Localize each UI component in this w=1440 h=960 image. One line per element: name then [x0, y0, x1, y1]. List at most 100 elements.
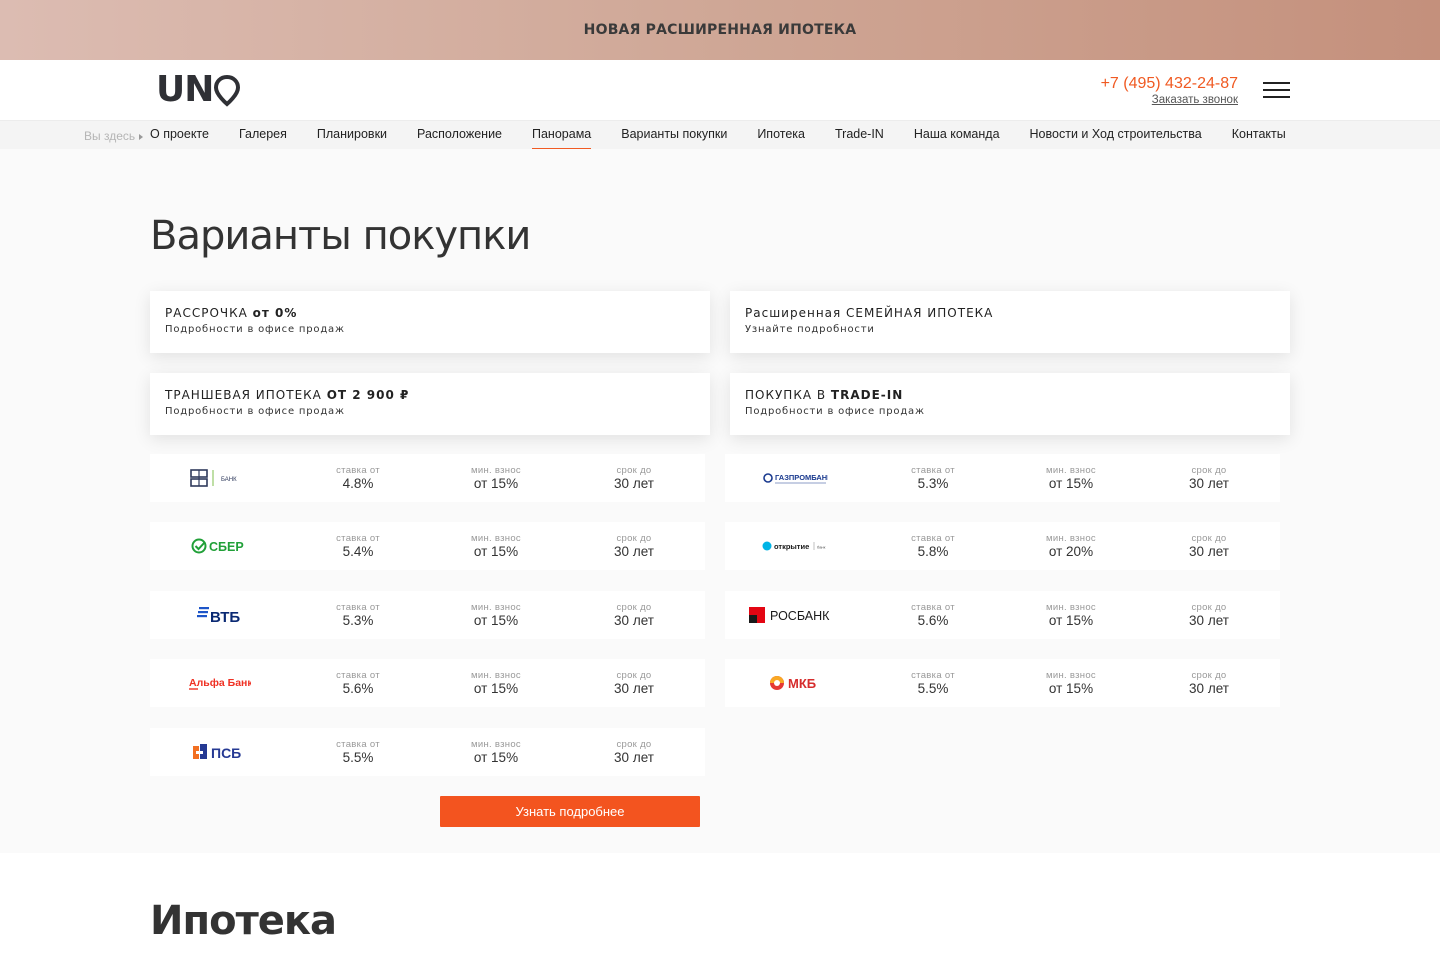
- term-stat-label: срок до: [616, 533, 652, 544]
- term-stat-value: 30 лет: [614, 750, 654, 765]
- term-stat-label: срок до: [1191, 533, 1227, 544]
- rate-stat: ставка от 5.4%: [298, 533, 418, 560]
- nav-item-location[interactable]: Расположение: [417, 121, 502, 149]
- sber-logo: СБЕР: [150, 522, 290, 570]
- bank-row[interactable]: открытие банк ставка от 5.8% мин. взнос от 20…: [725, 522, 1280, 570]
- term-stat-value: 30 лет: [614, 681, 654, 696]
- otkritie-logo: открытие банк: [725, 522, 865, 570]
- down-payment-stat-value: от 15%: [473, 750, 519, 765]
- rate-stat: ставка от 5.3%: [298, 602, 418, 629]
- down-payment-stat-label: мин. взнос: [471, 670, 521, 681]
- psb-logo: ПСБ: [150, 728, 290, 776]
- bank-row[interactable]: БАНК ставка от 4.8% мин. взнос от 15% срок до…: [150, 454, 705, 502]
- down-payment-stat-label: мин. взнос: [1046, 602, 1096, 613]
- rate-stat-label: ставка от: [336, 602, 380, 613]
- rate-stat-label: ставка от: [336, 739, 380, 750]
- option-card[interactable]: РАССРОЧКА от 0% Подробности в офисе прод…: [150, 291, 710, 353]
- bank-row[interactable]: РОСБАНК ставка от 5.6% мин. взнос от 15% срок…: [725, 591, 1280, 639]
- rate-stat-label: ставка от: [336, 670, 380, 681]
- down-payment-stat-label: мин. взнос: [471, 465, 521, 476]
- rate-stat-label: ставка от: [911, 602, 955, 613]
- svg-text:Альфа Банк: Альфа Банк: [189, 677, 251, 689]
- bank-row[interactable]: ГАЗПРОМБАНК ставка от 5.3% мин. взнос от 15%…: [725, 454, 1280, 502]
- arrow-right-icon: [139, 133, 144, 140]
- nav-items: О проекте Галерея Планировки Расположени…: [150, 121, 1290, 149]
- nav-item-purchase-options[interactable]: Варианты покупки: [621, 121, 727, 149]
- rate-stat-value: 4.8%: [342, 476, 374, 491]
- down-payment-stat: мин. взнос от 15%: [436, 670, 556, 697]
- domrf-logo: БАНК: [150, 454, 290, 502]
- bank-row[interactable]: МКБ ставка от 5.5% мин. взнос от 15% срок до 3…: [725, 659, 1280, 707]
- logo[interactable]: UN: [156, 72, 241, 108]
- down-payment-stat-value: от 15%: [473, 476, 519, 491]
- down-payment-stat-label: мин. взнос: [471, 739, 521, 750]
- down-payment-stat: мин. взнос от 15%: [436, 465, 556, 492]
- bank-row[interactable]: Альфа Банк ставка от 5.6% мин. взнос от 15% с…: [150, 659, 705, 707]
- nav-item-layouts[interactable]: Планировки: [317, 121, 387, 149]
- callback-link[interactable]: Заказать звонок: [1101, 94, 1238, 106]
- bank-row[interactable]: ПСБ ставка от 5.5% мин. взнос от 15% срок до 3…: [150, 728, 705, 776]
- down-payment-stat-label: мин. взнос: [1046, 533, 1096, 544]
- bank-row[interactable]: СБЕР ставка от 5.4% мин. взнос от 15% срок до…: [150, 522, 705, 570]
- breadcrumb-label: Вы здесь: [84, 129, 136, 143]
- svg-text:МКБ: МКБ: [788, 676, 816, 691]
- rate-stat: ставка от 5.6%: [873, 602, 993, 629]
- down-payment-stat-value: от 15%: [473, 681, 519, 696]
- option-title: ПОКУПКА В TRADE-IN: [745, 388, 904, 402]
- promo-text: НОВАЯ РАСШИРЕННАЯ ИПОТЕКА: [583, 22, 857, 38]
- promo-banner[interactable]: НОВАЯ РАСШИРЕННАЯ ИПОТЕКА: [0, 0, 1440, 60]
- down-payment-stat-value: от 15%: [1048, 681, 1094, 696]
- nav-item-news[interactable]: Новости и Ход строительства: [1030, 121, 1202, 149]
- down-payment-stat-label: мин. взнос: [1046, 670, 1096, 681]
- bank-row[interactable]: ВТБ ставка от 5.3% мин. взнос от 15% срок до 3…: [150, 591, 705, 639]
- rate-stat: ставка от 5.5%: [298, 739, 418, 766]
- nav-item-about[interactable]: О проекте: [150, 121, 209, 149]
- term-stat-value: 30 лет: [614, 613, 654, 628]
- rate-stat-label: ставка от: [336, 465, 380, 476]
- learn-more-button[interactable]: Узнать подробнее: [440, 796, 700, 827]
- nav-item-gallery[interactable]: Галерея: [239, 121, 287, 149]
- nav-item-mortgage[interactable]: Ипотека: [757, 121, 805, 149]
- term-stat-value: 30 лет: [1189, 613, 1229, 628]
- term-stat-value: 30 лет: [1189, 476, 1229, 491]
- rate-stat: ставка от 5.8%: [873, 533, 993, 560]
- rate-stat: ставка от 4.8%: [298, 465, 418, 492]
- term-stat: срок до 30 лет: [1149, 533, 1269, 560]
- nav-item-team[interactable]: Наша команда: [914, 121, 1000, 149]
- nav-item-contacts[interactable]: Контакты: [1232, 121, 1286, 149]
- option-title: РАССРОЧКА от 0%: [165, 306, 298, 320]
- rate-stat-value: 5.6%: [342, 681, 374, 696]
- term-stat-label: срок до: [616, 739, 652, 750]
- term-stat-label: срок до: [616, 602, 652, 613]
- term-stat: срок до 30 лет: [574, 465, 694, 492]
- option-card[interactable]: Расширенная СЕМЕЙНАЯ ИПОТЕКА Узнайте под…: [730, 291, 1290, 353]
- rate-stat: ставка от 5.5%: [873, 670, 993, 697]
- nav-item-trade-in[interactable]: Trade-IN: [835, 121, 884, 149]
- nav-item-panorama[interactable]: Панорама: [532, 121, 592, 149]
- contact-block: +7 (495) 432-24-87 Заказать звонок: [1101, 75, 1238, 106]
- term-stat-label: срок до: [1191, 602, 1227, 613]
- down-payment-stat-label: мин. взнос: [1046, 465, 1096, 476]
- down-payment-stat: мин. взнос от 15%: [1011, 670, 1131, 697]
- svg-text:банк: банк: [817, 545, 826, 550]
- rate-stat-value: 5.5%: [917, 681, 949, 696]
- term-stat-label: срок до: [1191, 465, 1227, 476]
- alfabank-logo: Альфа Банк: [150, 659, 290, 707]
- down-payment-stat-value: от 15%: [1048, 476, 1094, 491]
- rate-stat-label: ставка от: [911, 465, 955, 476]
- option-title: Расширенная СЕМЕЙНАЯ ИПОТЕКА: [745, 306, 994, 320]
- option-card[interactable]: ТРАНШЕВАЯ ИПОТЕКА ОТ 2 900 ₽ Подробности…: [150, 373, 710, 435]
- term-stat: срок до 30 лет: [1149, 602, 1269, 629]
- vtb-logo: ВТБ: [150, 591, 290, 639]
- term-stat: срок до 30 лет: [574, 670, 694, 697]
- term-stat: срок до 30 лет: [574, 533, 694, 560]
- svg-text:БАНК: БАНК: [221, 477, 237, 483]
- down-payment-stat: мин. взнос от 15%: [436, 533, 556, 560]
- term-stat-label: срок до: [1191, 670, 1227, 681]
- phone-link[interactable]: +7 (495) 432-24-87: [1101, 75, 1238, 93]
- option-card[interactable]: ПОКУПКА В TRADE-IN Подробности в офисе п…: [730, 373, 1290, 435]
- menu-icon[interactable]: [1263, 82, 1290, 98]
- location-pin-icon: [214, 75, 241, 107]
- term-stat: срок до 30 лет: [1149, 465, 1269, 492]
- down-payment-stat-value: от 15%: [473, 613, 519, 628]
